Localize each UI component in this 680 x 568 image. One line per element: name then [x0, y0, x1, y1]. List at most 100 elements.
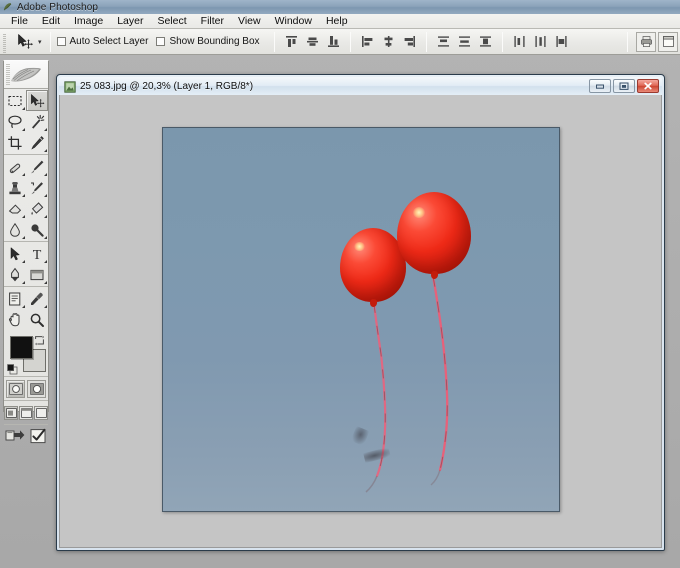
align-vertical-centers-button[interactable]	[303, 32, 322, 51]
document-title-bar[interactable]: 25 083.jpg @ 20,3% (Layer 1, RGB/8*)	[59, 77, 662, 95]
minimize-button[interactable]	[589, 79, 611, 93]
menu-bar: File Edit Image Layer Select Filter View…	[0, 14, 680, 29]
align-right-edges-button[interactable]	[400, 32, 419, 51]
print-icon[interactable]	[636, 31, 656, 52]
checkbox-box	[56, 37, 66, 46]
toolbox-grip[interactable]	[6, 64, 10, 86]
standard-screen-mode-button[interactable]	[4, 405, 18, 420]
default-colors-icon[interactable]	[7, 362, 18, 375]
checkmark-button[interactable]	[30, 428, 48, 449]
pen-tool[interactable]	[4, 264, 26, 285]
close-button[interactable]	[637, 79, 659, 93]
magic-wand-tool[interactable]	[26, 111, 48, 132]
menu-item-edit[interactable]: Edit	[35, 14, 67, 28]
blur-tool[interactable]	[4, 219, 26, 240]
chevron-down-icon: ▾	[38, 38, 42, 46]
options-separator-6	[627, 31, 628, 52]
screen-mode-group	[4, 401, 48, 425]
toolbox-header[interactable]	[4, 61, 48, 89]
gradient-tool[interactable]	[26, 198, 48, 219]
eyedropper-tool[interactable]	[26, 288, 48, 309]
svg-text:T: T	[33, 248, 42, 262]
quick-mask-mode-group	[4, 377, 48, 401]
distribute-left-edges-button[interactable]	[510, 32, 529, 51]
flyout-triangle-icon	[22, 194, 25, 197]
rectangular-marquee-tool[interactable]	[4, 90, 26, 111]
flyout-triangle-icon	[22, 236, 25, 239]
application-title: Adobe Photoshop	[17, 1, 99, 13]
full-screen-mode-button[interactable]	[34, 405, 48, 420]
show-bounding-box-label: Show Bounding Box	[169, 36, 260, 47]
healing-brush-tool[interactable]	[4, 156, 26, 177]
distribute-vertical-centers-button[interactable]	[455, 32, 474, 51]
menu-item-window[interactable]: Window	[268, 14, 319, 28]
align-bottom-edges-button[interactable]	[324, 32, 343, 51]
lasso-tool[interactable]	[4, 111, 26, 132]
shape-tool[interactable]	[26, 264, 48, 285]
restore-button[interactable]	[613, 79, 635, 93]
full-screen-with-menubar-button[interactable]	[19, 405, 33, 420]
move-tool-icon	[13, 31, 35, 53]
document-canvas-area[interactable]	[59, 95, 662, 548]
foreground-color-swatch[interactable]	[10, 336, 33, 359]
brush-tool[interactable]	[26, 156, 48, 177]
distribute-top-edges-button[interactable]	[434, 32, 453, 51]
flyout-triangle-icon	[44, 128, 47, 131]
slice-tool[interactable]	[26, 132, 48, 153]
history-brush-tool[interactable]	[26, 177, 48, 198]
swap-colors-icon[interactable]	[34, 333, 45, 346]
options-separator-3	[349, 31, 351, 52]
align-left-edges-button[interactable]	[358, 32, 377, 51]
balloon-highlight	[412, 207, 425, 218]
move-tool[interactable]	[26, 90, 48, 111]
zoom-tool[interactable]	[26, 309, 48, 330]
hand-tool[interactable]	[4, 309, 26, 330]
align-top-edges-button[interactable]	[282, 32, 301, 51]
active-tool-preset-picker[interactable]: ▾	[13, 31, 44, 53]
distribute-bottom-edges-button[interactable]	[476, 32, 495, 51]
distribute-right-edges-button[interactable]	[552, 32, 571, 51]
flyout-triangle-icon	[44, 194, 47, 197]
dodge-tool[interactable]	[26, 219, 48, 240]
eraser-tool[interactable]	[4, 198, 26, 219]
document-title-text: 25 083.jpg @ 20,3% (Layer 1, RGB/8*)	[80, 80, 254, 92]
auto-select-layer-checkbox[interactable]: Auto Select Layer	[56, 36, 148, 47]
photoshop-icon	[3, 2, 13, 12]
toolbox-group-retouch	[4, 155, 48, 242]
path-selection-tool[interactable]	[4, 243, 26, 264]
align-horizontal-centers-button[interactable]	[379, 32, 398, 51]
flyout-triangle-icon	[44, 215, 47, 218]
options-separator-2	[273, 31, 275, 52]
notes-tool[interactable]	[4, 288, 26, 309]
toolbox-palette: T	[3, 60, 49, 443]
document-icon	[64, 80, 76, 93]
type-tool[interactable]: T	[26, 243, 48, 264]
menu-item-image[interactable]: Image	[67, 14, 110, 28]
window-buttons	[589, 79, 660, 93]
flyout-triangle-icon	[22, 305, 25, 308]
clone-stamp-tool[interactable]	[4, 177, 26, 198]
options-bar-grip[interactable]	[1, 29, 9, 54]
menu-item-help[interactable]: Help	[319, 14, 355, 28]
standard-mode-button[interactable]	[6, 379, 25, 398]
crop-tool[interactable]	[4, 132, 26, 153]
menu-item-filter[interactable]: Filter	[194, 14, 231, 28]
flyout-triangle-icon	[22, 107, 25, 110]
image-canvas[interactable]	[161, 126, 560, 512]
quick-mask-mode-button[interactable]	[27, 379, 46, 398]
flyout-triangle-icon	[22, 281, 25, 284]
flyout-triangle-icon	[44, 281, 47, 284]
flyout-triangle-icon	[22, 173, 25, 176]
jump-to-imageready-button[interactable]	[5, 428, 25, 449]
menu-item-view[interactable]: View	[231, 14, 268, 28]
photoshop-application-window: Adobe Photoshop File Edit Image Layer Se…	[0, 0, 680, 568]
balloon-ribbons	[163, 128, 559, 511]
menu-item-file[interactable]: File	[4, 14, 35, 28]
show-bounding-box-checkbox[interactable]: Show Bounding Box	[156, 36, 260, 47]
balloon-right	[396, 191, 471, 279]
flyout-triangle-icon	[22, 215, 25, 218]
palette-dock-icon[interactable]	[658, 31, 678, 52]
menu-item-layer[interactable]: Layer	[110, 14, 150, 28]
distribute-horizontal-centers-button[interactable]	[531, 32, 550, 51]
menu-item-select[interactable]: Select	[150, 14, 193, 28]
